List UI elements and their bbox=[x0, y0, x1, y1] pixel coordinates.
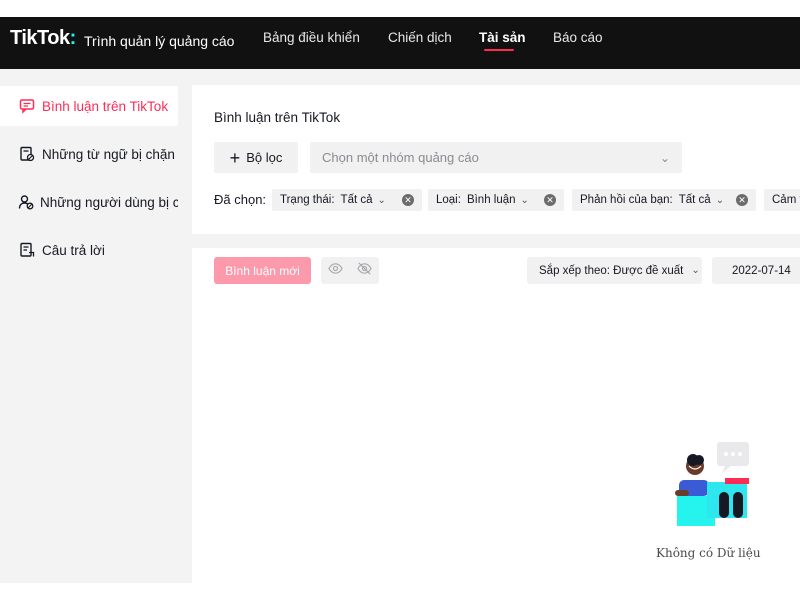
top-navigation-bar: TikTok: Trình quản lý quảng cáo Bảng điề… bbox=[0, 17, 800, 69]
filter-button[interactable]: + Bộ lọc bbox=[214, 142, 298, 173]
ad-group-placeholder: Chọn một nhóm quảng cáo bbox=[322, 150, 479, 165]
sidebar-item-blocked-words[interactable]: Những từ ngữ bị chặn bbox=[0, 134, 178, 174]
blocked-words-icon bbox=[18, 145, 36, 163]
chevron-down-icon: ⌄ bbox=[520, 194, 529, 206]
nav-assets[interactable]: Tài sản bbox=[479, 30, 526, 45]
date-range-picker[interactable]: 2022-07-14 bbox=[712, 257, 800, 284]
chevron-down-icon: ⌄ bbox=[377, 194, 386, 206]
active-tab-indicator bbox=[484, 49, 514, 51]
sidebar-item-label: Những người dùng bị chặn bbox=[40, 194, 178, 210]
bottom-strip bbox=[0, 583, 800, 600]
replies-icon bbox=[18, 241, 36, 259]
nav-reports[interactable]: Báo cáo bbox=[553, 30, 603, 45]
clear-icon[interactable]: ✕ bbox=[736, 194, 748, 206]
blocked-users-icon bbox=[18, 193, 34, 211]
filter-chip-your-reply[interactable]: Phản hồi của bạn: Tất cả ⌄ ✕ bbox=[572, 189, 756, 211]
comment-icon bbox=[18, 97, 36, 115]
empty-state-illustration bbox=[675, 442, 749, 526]
empty-state-text: Không có Dữ liệu bbox=[656, 546, 761, 560]
tiktok-logo[interactable]: TikTok: bbox=[10, 27, 76, 50]
nav-campaigns[interactable]: Chiến dịch bbox=[388, 30, 452, 45]
filter-chip-sentiment[interactable]: Cảm t bbox=[764, 189, 800, 211]
filter-chip-type[interactable]: Loại: Bình luận ⌄ ✕ bbox=[428, 189, 564, 211]
clear-icon[interactable]: ✕ bbox=[402, 194, 414, 206]
visibility-toggle-group bbox=[321, 257, 379, 284]
sidebar-item-label: Bình luận trên TikTok bbox=[42, 98, 169, 114]
filter-panel: Bình luận trên TikTok + Bộ lọc Chọn một … bbox=[192, 85, 800, 234]
nav-dashboard[interactable]: Bảng điều khiển bbox=[263, 30, 360, 45]
comments-panel: Bình luận mới Sắp xếp theo: Được đề xuất… bbox=[192, 248, 800, 583]
app-title: Trình quản lý quảng cáo bbox=[84, 33, 235, 49]
chevron-down-icon: ⌄ bbox=[691, 265, 700, 276]
chevron-down-icon: ⌄ bbox=[659, 150, 670, 165]
sidebar-item-replies[interactable]: Câu trả lời bbox=[0, 230, 178, 270]
clear-icon[interactable]: ✕ bbox=[544, 194, 556, 206]
sidebar: Bình luận trên TikTok Những từ ngữ bị ch… bbox=[0, 69, 185, 600]
page-title: Bình luận trên TikTok bbox=[214, 110, 341, 125]
selected-filters-label: Đã chọn: bbox=[214, 192, 267, 207]
plus-icon: + bbox=[229, 147, 241, 168]
eye-icon[interactable] bbox=[328, 261, 343, 281]
ad-group-select[interactable]: Chọn một nhóm quảng cáo ⌄ bbox=[310, 142, 682, 173]
sidebar-item-label: Câu trả lời bbox=[42, 242, 105, 258]
sidebar-item-label: Những từ ngữ bị chặn bbox=[42, 146, 175, 162]
sidebar-item-blocked-users[interactable]: Những người dùng bị chặn bbox=[0, 182, 178, 222]
sidebar-item-tiktok-comments[interactable]: Bình luận trên TikTok bbox=[0, 86, 178, 126]
new-comments-button[interactable]: Bình luận mới bbox=[214, 257, 311, 284]
date-start: 2022-07-14 bbox=[732, 264, 791, 277]
sort-select[interactable]: Sắp xếp theo: Được đề xuất ⌄ bbox=[527, 257, 702, 284]
filter-chip-status[interactable]: Trạng thái: Tất cả ⌄ ✕ bbox=[272, 189, 422, 211]
chevron-down-icon: ⌄ bbox=[715, 194, 725, 206]
top-strip bbox=[0, 0, 800, 17]
eye-hidden-icon[interactable] bbox=[357, 261, 372, 281]
